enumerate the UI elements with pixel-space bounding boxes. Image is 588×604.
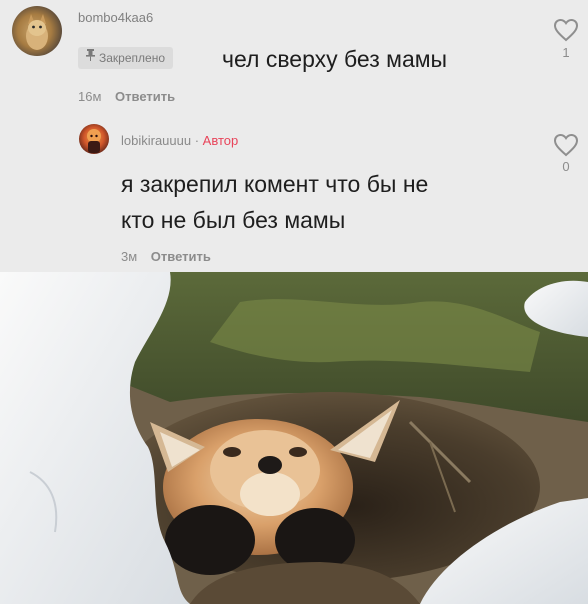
reply-text-line-1: я закрепил комент что бы не [121, 171, 429, 197]
reply-text: я закрепил комент что бы не кто не был б… [121, 166, 521, 238]
reply-button[interactable]: Ответить [151, 249, 211, 264]
username-separator: · [191, 133, 203, 148]
pinned-badge: Закреплено [78, 47, 173, 69]
like-count: 1 [562, 45, 570, 60]
heart-outline-icon[interactable] [552, 131, 580, 159]
reply-time: 3м [121, 249, 138, 264]
character-avatar-image [87, 129, 101, 153]
comments-section: bombo4kaa6 Закреплено чел сверху без мам… [0, 0, 588, 272]
comment-username[interactable]: bombo4kaa6 [78, 10, 153, 25]
reply-meta: 3м Ответить [121, 249, 211, 264]
reply-text-line-2: кто не был без мамы [121, 207, 346, 233]
comment-meta: 16м Ответить [78, 89, 175, 104]
pin-icon [86, 47, 95, 69]
cat-avatar-image [26, 14, 48, 50]
reply-username-line: lobikirauuuu · Автор [121, 133, 238, 148]
avatar-lobikirauuuu[interactable] [79, 124, 109, 154]
fox-photo [0, 272, 588, 604]
reply-username[interactable]: lobikirauuuu [121, 133, 191, 148]
comment-text: чел сверху без мамы [222, 46, 448, 72]
pinned-label: Закреплено [99, 51, 165, 65]
avatar-bombo4kaa6[interactable] [12, 6, 62, 56]
reply-button[interactable]: Ответить [115, 89, 175, 104]
fox-in-burrow-image [0, 272, 588, 604]
like-count: 0 [562, 159, 570, 174]
author-badge: Автор [202, 133, 239, 148]
heart-outline-icon[interactable] [552, 16, 580, 44]
comment-time: 16м [78, 89, 102, 104]
